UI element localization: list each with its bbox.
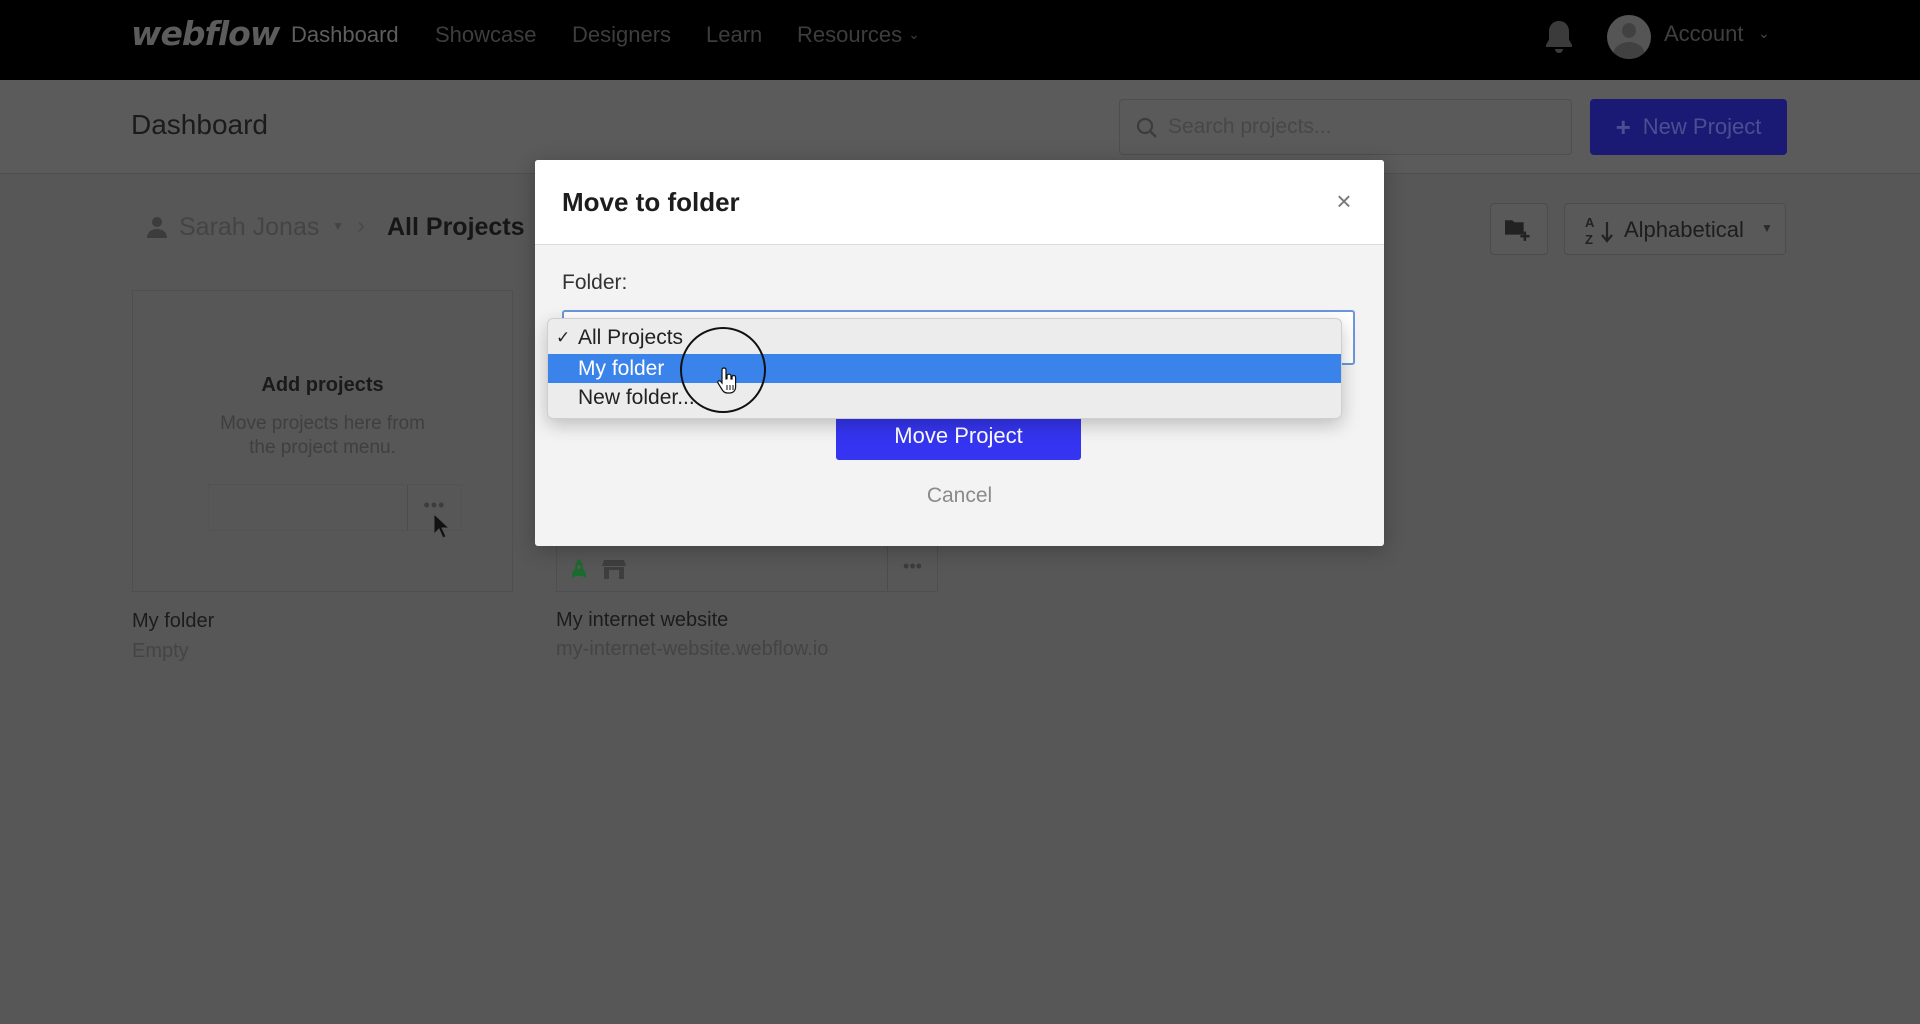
folder-status: Empty: [132, 640, 189, 662]
folder-dropdown-menu: ✓ All Projects My folder New folder...: [547, 318, 1342, 419]
modal-title: Move to folder: [562, 187, 740, 217]
dropdown-option-label: New folder...: [578, 386, 695, 409]
empty-folder-description-line: the project menu.: [249, 437, 396, 458]
nav-link-resources-label: Resources: [797, 22, 903, 47]
dropdown-option-all-projects[interactable]: ✓ All Projects: [548, 323, 1341, 352]
empty-folder-title: Add projects: [261, 374, 384, 396]
breadcrumb-user[interactable]: Sarah Jonas: [179, 213, 319, 242]
nav-link-showcase[interactable]: Showcase: [435, 22, 537, 48]
avatar[interactable]: [1607, 15, 1651, 59]
caret-down-icon[interactable]: ▼: [332, 219, 344, 233]
empty-folder-description: Move projects here from the project menu…: [133, 412, 512, 460]
breadcrumb-current: All Projects: [387, 213, 525, 241]
hand-pointer-cursor-icon: [717, 367, 737, 394]
project-menu-button[interactable]: •••: [887, 546, 937, 591]
folder-name[interactable]: My folder: [132, 610, 214, 633]
account-menu[interactable]: Account: [1664, 21, 1744, 47]
modal-header: Move to folder ×: [535, 160, 1384, 245]
illustration-project-bar: •••: [208, 484, 462, 531]
nav-link-designers[interactable]: Designers: [572, 22, 671, 48]
close-icon[interactable]: ×: [1329, 186, 1359, 216]
checkmark-icon: ✓: [556, 328, 571, 347]
sort-dropdown[interactable]: A Z Alphabetical ▼: [1564, 203, 1786, 255]
nav-link-dashboard[interactable]: Dashboard: [291, 22, 399, 48]
sort-az-icon: A Z: [1585, 215, 1613, 246]
ecommerce-store-icon: [602, 560, 626, 579]
avatar-body: [1613, 42, 1645, 59]
empty-folder-description-line: Move projects here from: [220, 413, 425, 434]
user-icon: [147, 217, 167, 238]
sort-label: Alphabetical: [1624, 217, 1744, 242]
search-input[interactable]: [1168, 100, 1558, 154]
folder-label: Folder:: [562, 271, 628, 294]
top-nav: webflow Dashboard Showcase Designers Lea…: [0, 0, 1920, 80]
folder-plus-icon: [1505, 220, 1530, 241]
dropdown-option-new-folder[interactable]: New folder...: [548, 383, 1341, 412]
webflow-logo[interactable]: webflow: [131, 14, 280, 53]
search-icon: [1136, 117, 1157, 138]
page-title: Dashboard: [131, 109, 268, 140]
project-url[interactable]: my-internet-website.webflow.io: [556, 638, 828, 661]
caret-down-icon: ▼: [1761, 221, 1773, 235]
dropdown-option-my-folder[interactable]: My folder: [548, 354, 1341, 383]
new-folder-button[interactable]: [1490, 203, 1548, 255]
nav-link-resources[interactable]: Resources ⌄: [797, 22, 920, 48]
nav-link-learn[interactable]: Learn: [706, 22, 762, 48]
dropdown-option-label: My folder: [578, 357, 665, 380]
new-project-button[interactable]: + New Project: [1590, 99, 1787, 155]
project-card-toolbar: •••: [557, 545, 937, 591]
chevron-down-icon[interactable]: ⌄: [1758, 25, 1770, 42]
svg-text:A: A: [1585, 215, 1595, 230]
bell-icon[interactable]: [1542, 18, 1576, 56]
avatar-head: [1622, 23, 1636, 38]
chevron-down-icon: ⌄: [908, 26, 920, 42]
plus-icon: +: [1615, 111, 1631, 142]
arrow-cursor-icon: [433, 513, 451, 539]
new-project-label: New Project: [1642, 114, 1762, 139]
search-box[interactable]: [1119, 99, 1572, 155]
published-rocket-icon: [572, 559, 586, 578]
breadcrumb-separator-icon: ›: [357, 212, 365, 239]
project-name[interactable]: My internet website: [556, 609, 728, 632]
folder-card[interactable]: Add projects Move projects here from the…: [132, 290, 513, 592]
svg-text:Z: Z: [1585, 232, 1593, 246]
dropdown-option-label: All Projects: [578, 326, 684, 349]
cancel-button[interactable]: Cancel: [535, 484, 1384, 508]
